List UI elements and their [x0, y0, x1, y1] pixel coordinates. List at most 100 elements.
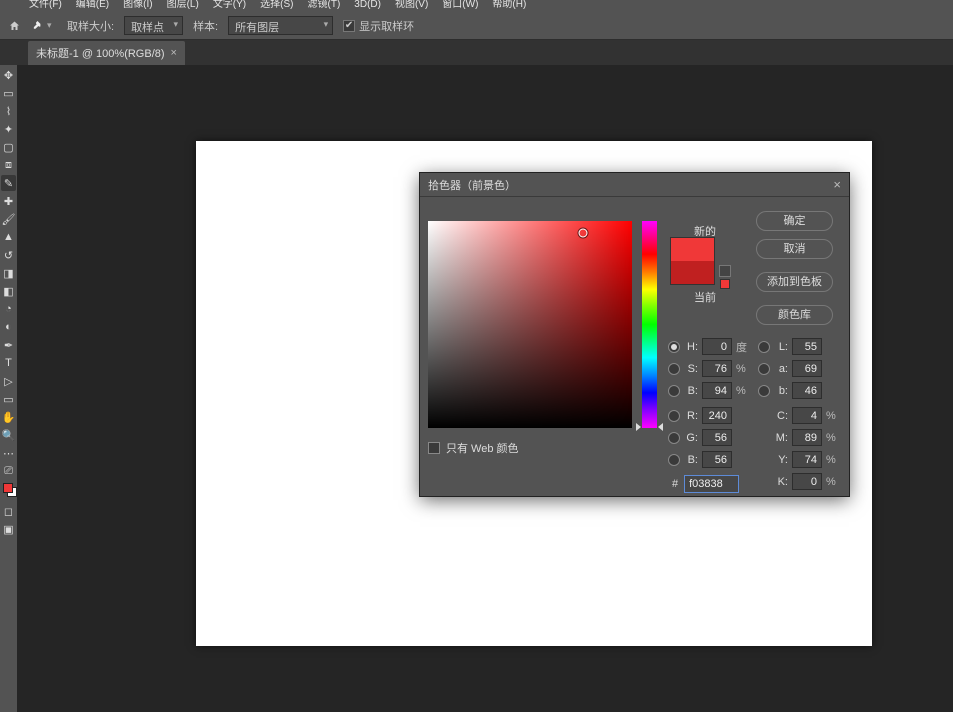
foreground-swatch[interactable]	[3, 483, 13, 493]
tool-eraser[interactable]: ◨	[1, 265, 16, 281]
tool-hand[interactable]: ✋	[1, 409, 16, 425]
options-bar: ▾ 取样大小: 取样点 ▾ 样本: 所有图层 ▾ ✔ 显示取样环	[0, 12, 953, 40]
sample-size-select[interactable]: 取样点 ▾	[124, 16, 183, 35]
menu-item-filter[interactable]: 滤镜(T)	[301, 0, 348, 10]
sample-select[interactable]: 所有图层 ▾	[228, 16, 333, 35]
percent-unit: %	[736, 385, 750, 397]
tool-wand[interactable]: ✦	[1, 121, 16, 137]
gamut-color-swatch[interactable]	[720, 279, 730, 289]
menu-item-view[interactable]: 视图(V)	[388, 0, 435, 10]
menu-item-layer[interactable]: 图层(L)	[160, 0, 206, 10]
tool-mask-mode[interactable]: ◻	[1, 503, 16, 519]
hue-strip[interactable]	[642, 221, 657, 428]
m-input[interactable]	[792, 429, 822, 446]
tool-history[interactable]: ↺	[1, 247, 16, 263]
hsb-s-radio[interactable]	[668, 363, 680, 375]
g-input[interactable]	[702, 429, 732, 446]
sat-val-field[interactable]	[428, 221, 632, 428]
menu-item-select[interactable]: 选择(S)	[253, 0, 300, 10]
tool-pen[interactable]: ✒	[1, 337, 16, 353]
bl-input[interactable]	[702, 451, 732, 468]
tool-stamp[interactable]: ▲	[1, 229, 16, 245]
tool-blur[interactable]: ◔	[1, 301, 16, 317]
percent-unit: %	[826, 476, 840, 488]
current-color-swatch[interactable]	[671, 261, 714, 284]
tool-move[interactable]: ✥	[1, 67, 16, 83]
tool-lasso[interactable]: ⌇	[1, 103, 16, 119]
b-input[interactable]	[702, 382, 732, 399]
document-tab-bar: 未标题-1 @ 100%(RGB/8) ×	[0, 40, 953, 65]
menu-item-window[interactable]: 窗口(W)	[435, 0, 485, 10]
dialog-titlebar[interactable]: 拾色器（前景色） ×	[420, 173, 849, 197]
new-color-swatch[interactable]	[671, 238, 714, 261]
g-label: G:	[684, 432, 698, 444]
color-libraries-button[interactable]: 颜色库	[756, 305, 833, 325]
hsb-h-radio[interactable]	[668, 341, 680, 353]
menu-item-edit[interactable]: 编辑(E)	[69, 0, 116, 10]
rgb-g-radio[interactable]	[668, 432, 680, 444]
tool-path[interactable]: ▷	[1, 373, 16, 389]
y-input[interactable]	[792, 451, 822, 468]
sv-marker[interactable]	[579, 229, 588, 238]
tool-dodge[interactable]: ◐	[1, 319, 16, 335]
h-input[interactable]	[702, 338, 732, 355]
sample-value: 所有图层	[235, 22, 279, 34]
gamut-warning-icon[interactable]	[719, 265, 731, 277]
tool-more[interactable]: ⋯	[1, 445, 16, 461]
tool-text[interactable]: T	[1, 355, 16, 371]
hue-pointer-right-icon	[658, 423, 663, 431]
dialog-body: 新的 当前 确定 取消 添加到色板 颜色库 H: 度 L:	[420, 197, 849, 496]
hash-label: #	[672, 478, 678, 490]
web-only-checkbox[interactable]	[428, 442, 440, 454]
cancel-button[interactable]: 取消	[756, 239, 833, 259]
tool-brush[interactable]: 🖌	[1, 211, 16, 227]
lab-a-radio[interactable]	[758, 363, 770, 375]
close-icon[interactable]: ×	[171, 47, 177, 59]
ok-button[interactable]: 确定	[756, 211, 833, 231]
r-input[interactable]	[702, 407, 732, 424]
s-input[interactable]	[702, 360, 732, 377]
tool-crop[interactable]: ▢	[1, 139, 16, 155]
tool-shape[interactable]: ▭	[1, 391, 16, 407]
hex-input[interactable]	[684, 475, 739, 493]
eyedropper-tool-icon[interactable]: ▾	[31, 19, 57, 33]
sample-label: 样本:	[193, 18, 218, 34]
menu-item-type[interactable]: 文字(Y)	[206, 0, 253, 10]
add-to-swatches-button[interactable]: 添加到色板	[756, 272, 833, 292]
l-input[interactable]	[792, 338, 822, 355]
tool-eyedropper[interactable]: ✎	[1, 175, 16, 191]
menu-item-3d[interactable]: 3D(D)	[347, 0, 388, 10]
sample-size-label: 取样大小:	[67, 18, 114, 34]
document-tab[interactable]: 未标题-1 @ 100%(RGB/8) ×	[28, 41, 185, 65]
menu-item-help[interactable]: 帮助(H)	[485, 0, 533, 10]
rgb-r-radio[interactable]	[668, 410, 680, 422]
menu-item-file[interactable]: 文件(F)	[22, 0, 69, 10]
b2-input[interactable]	[792, 382, 822, 399]
document-tab-title: 未标题-1 @ 100%(RGB/8)	[36, 45, 165, 61]
current-color-label: 当前	[683, 289, 727, 305]
a-input[interactable]	[792, 360, 822, 377]
k-input[interactable]	[792, 473, 822, 490]
color-swatch[interactable]	[3, 483, 15, 495]
s-label: S:	[684, 363, 698, 375]
tool-frame[interactable]: ⧈	[1, 157, 16, 173]
close-icon[interactable]: ×	[833, 177, 841, 192]
tool-screen-mode[interactable]: ▣	[1, 521, 16, 537]
show-ring-checkbox[interactable]: ✔	[343, 20, 355, 32]
tool-marquee[interactable]: ▭	[1, 85, 16, 101]
c-input[interactable]	[792, 407, 822, 424]
tool-gradient[interactable]: ◧	[1, 283, 16, 299]
lab-b-radio[interactable]	[758, 385, 770, 397]
tool-heal[interactable]: ✚	[1, 193, 16, 209]
hsb-b-radio[interactable]	[668, 385, 680, 397]
dropdown-icon[interactable]: ▾	[47, 20, 57, 31]
rgb-b-radio[interactable]	[668, 454, 680, 466]
m-label: M:	[774, 432, 788, 444]
a-label: a:	[774, 363, 788, 375]
lab-l-radio[interactable]	[758, 341, 770, 353]
home-icon[interactable]	[8, 20, 21, 32]
menu-item-image[interactable]: 图像(I)	[116, 0, 159, 10]
r-label: R:	[684, 410, 698, 422]
tool-zoom[interactable]: 🔍	[1, 427, 16, 443]
tool-edit[interactable]: ⎚	[1, 463, 16, 479]
